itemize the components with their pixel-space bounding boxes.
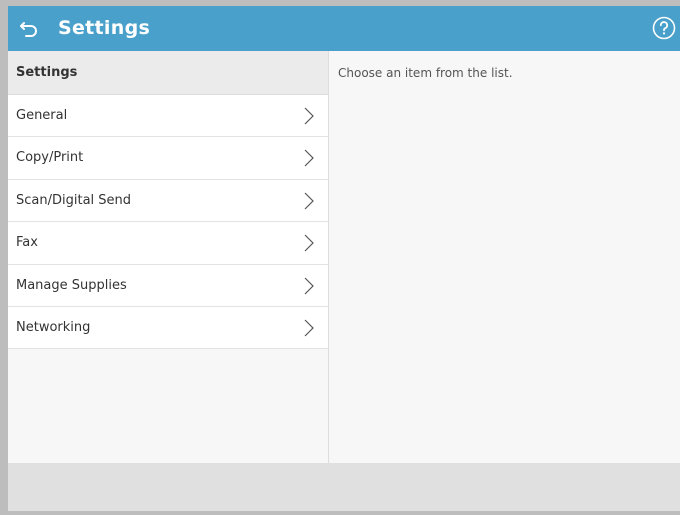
help-question-icon — [652, 16, 676, 40]
chevron-right-icon — [304, 149, 314, 167]
chevron-right-icon — [304, 277, 314, 295]
sidebar-item-label: Fax — [16, 235, 38, 251]
back-button[interactable] — [8, 6, 50, 51]
help-button[interactable] — [652, 16, 676, 40]
settings-sidebar: Settings General Copy/Print Scan/Digital… — [8, 51, 329, 463]
chevron-right-icon — [304, 107, 314, 125]
sidebar-item-scan-digital-send[interactable]: Scan/Digital Send — [8, 179, 328, 223]
sidebar-item-general[interactable]: General — [8, 95, 328, 138]
sidebar-item-label: Networking — [16, 319, 91, 335]
sidebar-item-label: Copy/Print — [16, 150, 84, 166]
settings-screen: Settings Settings General Copy/Print Sca… — [8, 6, 680, 511]
sidebar-header: Settings — [8, 51, 328, 95]
sidebar-item-label: General — [16, 108, 68, 123]
back-arrow-icon — [20, 20, 42, 38]
sidebar-item-manage-supplies[interactable]: Manage Supplies — [8, 264, 328, 307]
chevron-right-icon — [304, 234, 314, 252]
page-title: Settings — [58, 17, 151, 39]
title-bar: Settings — [8, 6, 680, 51]
detail-pane: Choose an item from the list. — [329, 51, 680, 463]
footer-bar — [8, 463, 680, 511]
sidebar-item-copy-print[interactable]: Copy/Print — [8, 137, 328, 180]
chevron-right-icon — [304, 319, 314, 337]
sidebar-item-label: Manage Supplies — [16, 277, 127, 293]
sidebar-item-fax[interactable]: Fax — [8, 222, 328, 265]
empty-state-message: Choose an item from the list. — [338, 66, 513, 80]
chevron-right-icon — [304, 192, 314, 210]
sidebar-item-networking[interactable]: Networking — [8, 306, 328, 350]
sidebar-item-label: Scan/Digital Send — [16, 192, 132, 208]
